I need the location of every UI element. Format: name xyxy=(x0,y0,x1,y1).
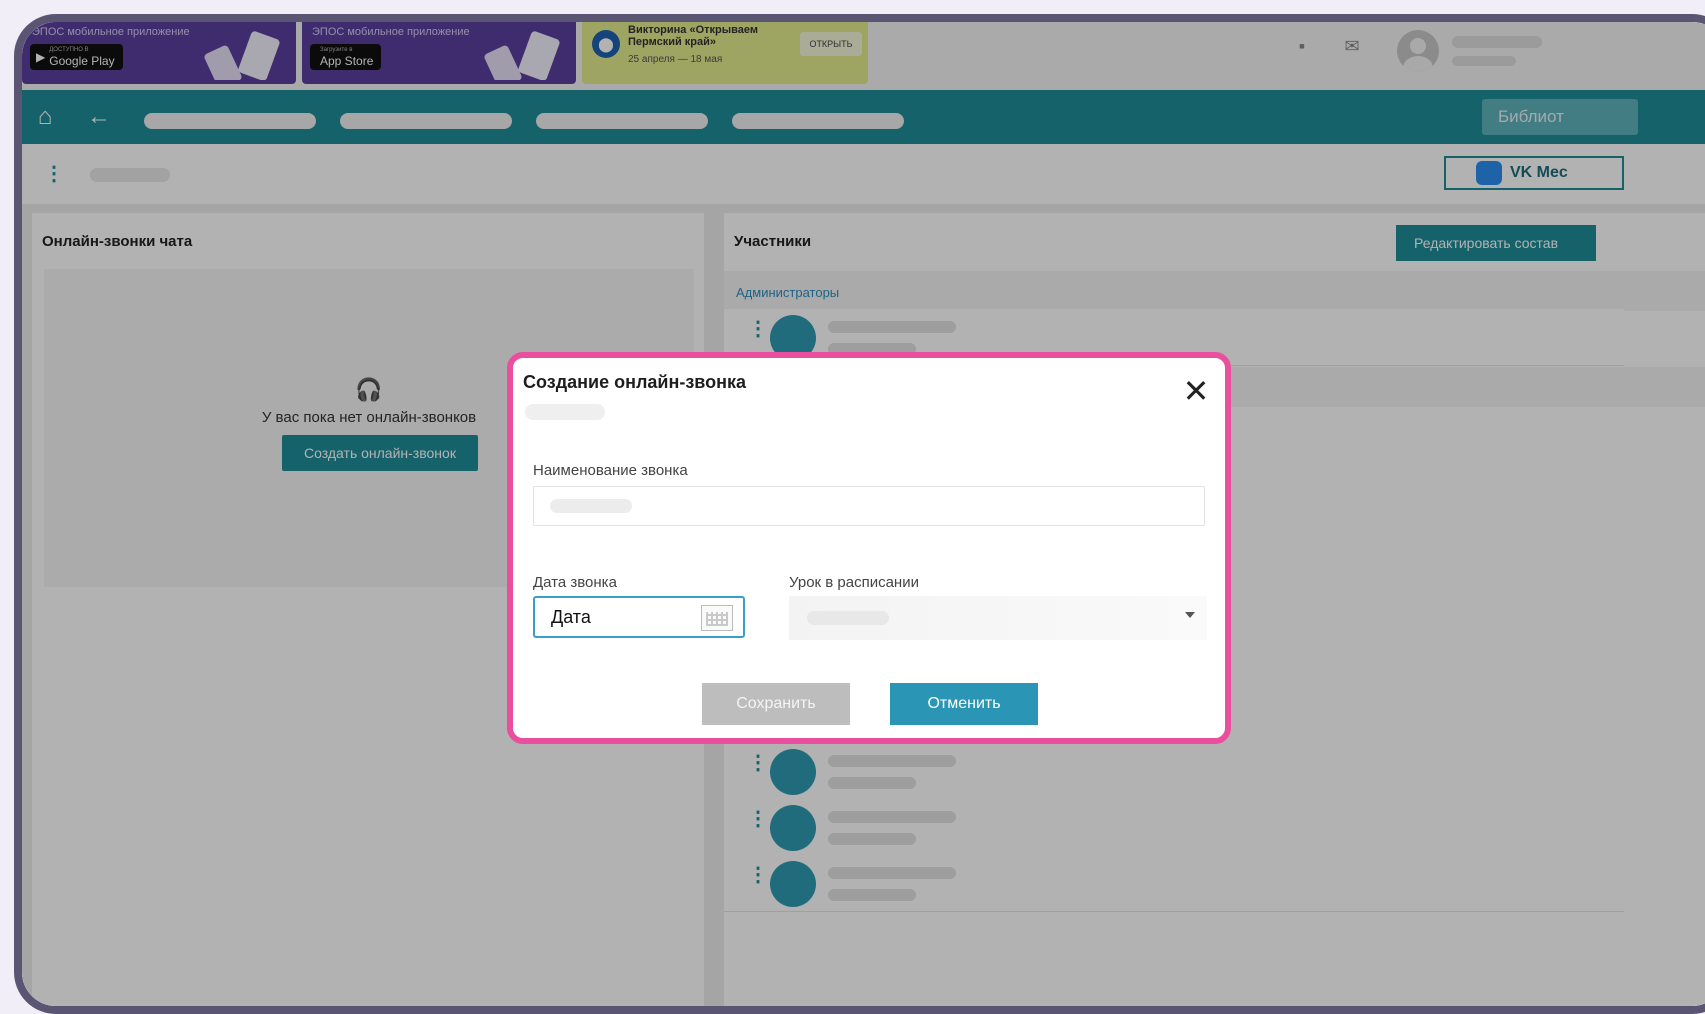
call-name-label: Наименование звонка xyxy=(533,462,688,479)
close-icon[interactable]: ✕ xyxy=(1179,374,1213,408)
input-value-placeholder xyxy=(550,499,632,513)
app-screen: ЭПОС мобильное приложение ▶ ДОСТУПНО В Go… xyxy=(22,22,1705,1006)
device-frame: ЭПОС мобильное приложение ▶ ДОСТУПНО В Go… xyxy=(14,14,1705,1014)
dialog-title: Создание онлайн-звонка xyxy=(523,372,746,392)
lesson-select[interactable] xyxy=(789,596,1207,640)
chevron-down-icon xyxy=(1185,612,1195,618)
calendar-icon[interactable] xyxy=(701,605,733,631)
lesson-label: Урок в расписании xyxy=(789,574,919,591)
call-date-input[interactable] xyxy=(549,606,693,629)
cancel-button[interactable]: Отменить xyxy=(890,683,1038,725)
call-name-input[interactable] xyxy=(533,486,1205,526)
call-date-field[interactable] xyxy=(533,596,745,638)
select-value-placeholder xyxy=(807,611,889,625)
create-call-dialog: Создание онлайн-звонка ✕ Наименование зв… xyxy=(507,352,1231,744)
save-button[interactable]: Сохранить xyxy=(702,683,850,725)
dialog-subtitle-placeholder xyxy=(525,404,605,420)
call-date-label: Дата звонка xyxy=(533,574,617,591)
